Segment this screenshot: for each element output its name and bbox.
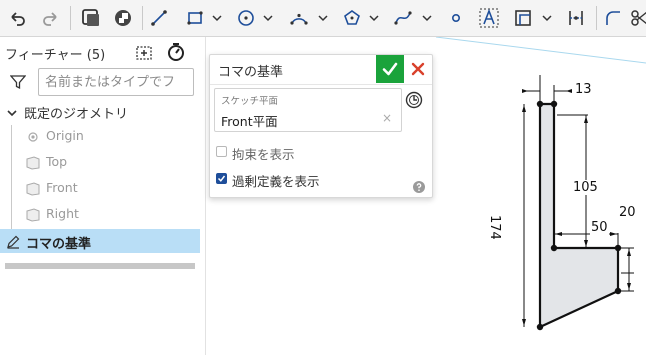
show-overdefined-checkbox[interactable]	[216, 173, 227, 184]
group-label: 既定のジオメトリ	[24, 107, 129, 122]
checkmark-icon	[217, 175, 226, 182]
sketch-plane-value: Front平面	[221, 114, 278, 129]
cancel-button[interactable]	[406, 55, 430, 83]
tree-item-top[interactable]: Top	[0, 151, 205, 173]
chevron-down-icon[interactable]	[542, 5, 552, 31]
dimension-top-width[interactable]: 13	[575, 82, 592, 97]
dimension-right-height[interactable]: 20	[619, 205, 636, 220]
feature-item-sketch[interactable]: コマの基準	[0, 229, 200, 253]
chevron-down-icon[interactable]	[318, 5, 328, 31]
checkmark-icon	[382, 62, 398, 76]
spline-icon[interactable]	[390, 5, 416, 31]
default-geometry-group[interactable]: 既定のジオメトリ	[0, 101, 205, 123]
feature-toggle-icon[interactable]	[110, 5, 136, 31]
chevron-down-icon[interactable]	[212, 5, 222, 31]
redo-icon[interactable]	[38, 5, 64, 31]
dimension-horizontal[interactable]: 50	[590, 220, 609, 235]
sketch-plane-field[interactable]: スケッチ平面 Front平面 ×	[214, 88, 402, 132]
add-folder-icon[interactable]	[135, 42, 155, 62]
rectangle-icon[interactable]	[182, 5, 208, 31]
tree-item-label: Origin	[46, 128, 84, 143]
plane-icon	[26, 181, 40, 200]
origin-icon	[26, 129, 40, 148]
undo-icon[interactable]	[4, 5, 30, 31]
panel-title: フィーチャー (5)	[5, 48, 106, 63]
dialog-title: コマの基準	[218, 65, 284, 80]
chevron-down-icon[interactable]	[369, 5, 379, 31]
dialog-divider	[210, 84, 432, 85]
filter-icon[interactable]	[9, 74, 27, 94]
ok-button[interactable]	[376, 55, 404, 83]
rollback-timer-icon[interactable]	[166, 42, 186, 62]
clear-icon[interactable]: ×	[382, 111, 392, 125]
sketch-view-icon[interactable]	[78, 5, 104, 31]
tree-item-right[interactable]: Right	[0, 203, 205, 225]
feature-item-label: コマの基準	[26, 237, 92, 252]
close-icon	[411, 62, 425, 76]
polygon-icon[interactable]	[339, 5, 365, 31]
filter-row	[0, 68, 205, 98]
point-icon[interactable]	[443, 5, 469, 31]
show-overdefined-label: 過剰定義を表示	[232, 174, 320, 189]
pencil-icon	[6, 234, 20, 253]
show-constraints-label: 拘束を表示	[232, 147, 295, 162]
fillet-icon[interactable]	[600, 5, 626, 31]
tree-item-label: Top	[46, 154, 68, 169]
sketch-plane-label: スケッチ平面	[221, 96, 279, 107]
chevron-down-icon[interactable]	[6, 104, 18, 123]
text-icon[interactable]	[476, 5, 502, 31]
trim-icon[interactable]	[626, 5, 646, 31]
panel-header: フィーチャー (5)	[0, 37, 205, 65]
plane-icon	[26, 155, 40, 174]
offset-icon[interactable]	[510, 5, 536, 31]
circle-icon[interactable]	[233, 5, 259, 31]
clock-icon[interactable]	[405, 91, 423, 113]
help-icon[interactable]	[413, 178, 425, 197]
horizontal-scrollbar[interactable]	[5, 263, 195, 269]
tree-item-label: Front	[46, 180, 78, 195]
dimension-upper-height[interactable]: 105	[572, 180, 599, 195]
arc-icon[interactable]	[286, 5, 312, 31]
toolbar	[0, 0, 646, 37]
filter-input[interactable]	[38, 68, 194, 96]
tree-item-origin[interactable]: Origin	[0, 125, 205, 147]
plane-icon	[26, 207, 40, 226]
show-constraints-checkbox[interactable]	[216, 146, 227, 157]
feature-panel: フィーチャー (5) 既定のジオメトリ Origin Top	[0, 37, 206, 355]
midpoint-icon[interactable]	[563, 5, 589, 31]
chevron-down-icon[interactable]	[263, 5, 273, 31]
tree-item-label: Right	[46, 206, 79, 221]
dimension-total-height[interactable]: 174	[487, 215, 502, 240]
chevron-down-icon[interactable]	[422, 5, 432, 31]
tree-item-front[interactable]: Front	[0, 177, 205, 199]
line-icon[interactable]	[146, 5, 172, 31]
sketch-dialog: コマの基準 スケッチ平面 Front平面 × 拘束を表示 過剰定義を表示	[209, 54, 433, 198]
